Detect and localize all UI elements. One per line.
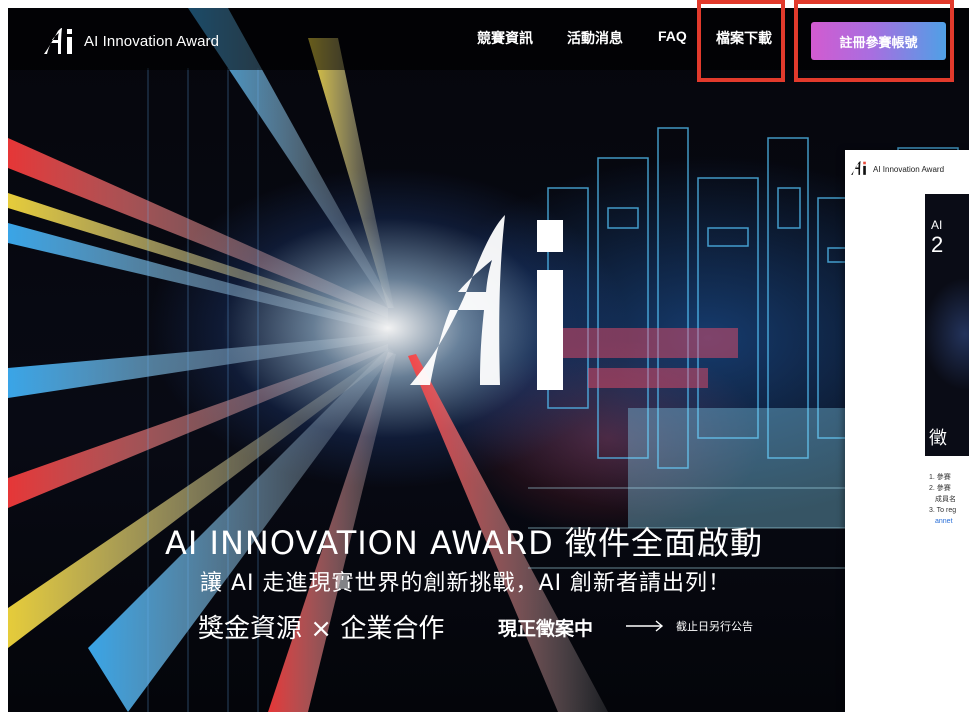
preview-banner: AI 2 徵 讓: [925, 194, 969, 456]
promo-headline: 獎金資源 × 企業合作: [198, 614, 445, 644]
register-account-button[interactable]: 註冊參賽帳號: [811, 22, 946, 60]
preview-list-item: 3. To reg: [929, 507, 957, 514]
preview-header: AI Innovation Award: [845, 150, 969, 190]
preview-list-link[interactable]: annet: [929, 516, 969, 527]
preview-logo-text: AI Innovation Award: [873, 165, 945, 174]
nav-faq[interactable]: FAQ: [658, 28, 687, 44]
preview-banner-line2: 2: [931, 232, 944, 257]
site-logo[interactable]: AI Innovation Award: [40, 24, 219, 58]
preview-list: 1. 參賽 2. 參賽 成員名 3. To reg annet: [929, 472, 969, 527]
preview-list-item: 1. 參賽: [929, 474, 951, 481]
site-header: AI Innovation Award 競賽資訊 活動消息 FAQ 檔案下載 註…: [8, 8, 969, 70]
ai-logo-graphic: [410, 215, 563, 390]
promo-status: 現正徵案中: [498, 618, 594, 640]
preview-list-item: 成員名: [935, 496, 956, 503]
secondary-page-preview: AI Innovation Award AI 2 徵 讓 1. 參賽 2. 參賽…: [845, 150, 969, 712]
ai-logo-icon: [44, 28, 72, 54]
preview-list-item: 2. 參賽: [929, 485, 951, 492]
preview-banner-line3: 徵: [929, 428, 947, 449]
hero-banner: [8, 8, 969, 712]
register-account-label: 註冊參賽帳號: [839, 34, 918, 50]
nav-file-download[interactable]: 檔案下載: [716, 28, 772, 48]
nav-event-news[interactable]: 活動消息: [567, 28, 623, 48]
hero-title: AI INNOVATION AWARD 徵件全面啟動: [165, 524, 763, 562]
site-logo-text: AI Innovation Award: [84, 32, 220, 50]
hero-subtitle: 讓 AI 走進現實世界的創新挑戰，AI 創新者請出列！: [200, 571, 732, 596]
preview-banner-line1: AI: [931, 218, 943, 232]
promo-deadline: 截止日另行公告: [676, 620, 753, 633]
nav-competition-info[interactable]: 競賽資訊: [477, 28, 533, 48]
ai-logo-icon: [851, 161, 866, 175]
